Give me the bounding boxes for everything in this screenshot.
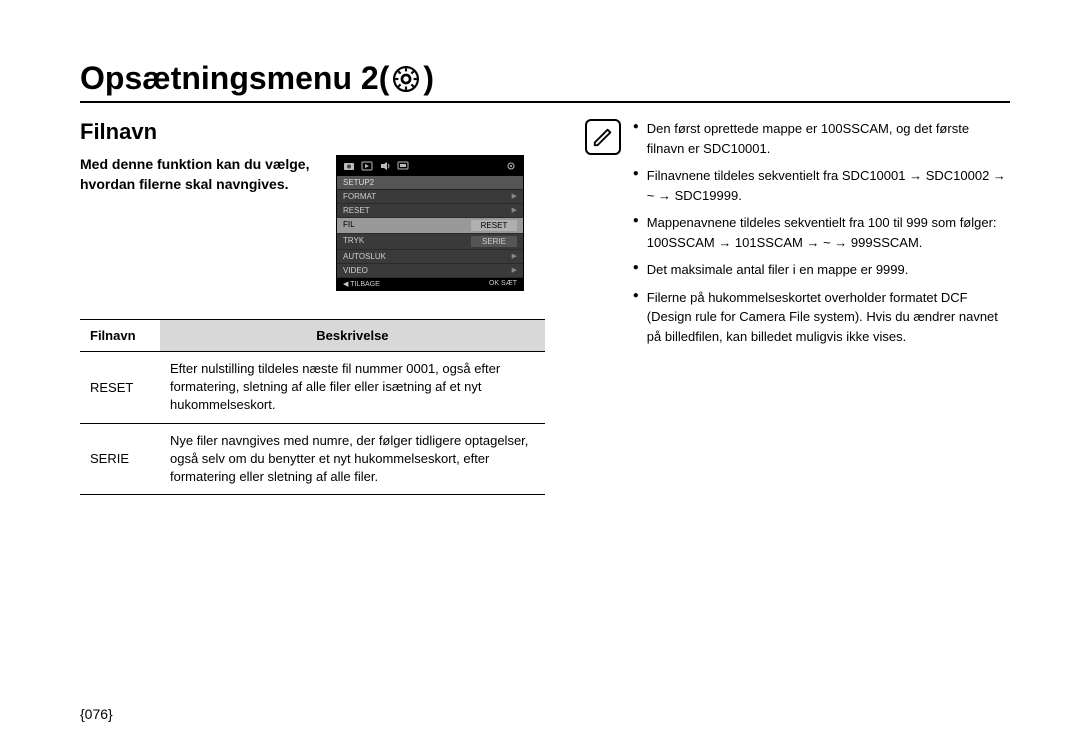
lcd-bottom: ◀ TILBAGE OK SÆT xyxy=(337,278,523,290)
intro-text: Med denne funktion kan du vælge, hvordan… xyxy=(80,155,320,194)
row-desc: Efter nulstilling tildeles næste fil num… xyxy=(160,352,545,424)
lcd-item-video: VIDEO▶ xyxy=(337,264,523,278)
lcd-item-format: FORMAT▶ xyxy=(337,190,523,204)
lcd-item-tryk: TRYK SERIE xyxy=(337,234,523,250)
page-title-prefix: Opsætningsmenu 2( xyxy=(80,60,389,97)
gear-icon xyxy=(393,66,419,92)
camera-icon xyxy=(343,161,355,171)
lcd-top-icons xyxy=(337,156,523,176)
display-icon xyxy=(397,161,409,171)
lcd-item-reset: RESET▶ xyxy=(337,204,523,218)
note-item: Filnavnene tildeles sekventielt fra SDC1… xyxy=(633,166,1010,205)
page-title: Opsætningsmenu 2( ) xyxy=(80,60,1010,103)
gear-small-icon xyxy=(505,160,517,172)
lcd-tab: SETUP2 xyxy=(337,176,523,190)
table-row: SERIE Nye filer navngives med numre, der… xyxy=(80,423,545,495)
table-head-col1: Filnavn xyxy=(80,320,160,352)
row-label: SERIE xyxy=(80,423,160,495)
note-item: Mappenavnene tildeles sekventielt fra 10… xyxy=(633,213,1010,252)
row-desc: Nye filer navngives med numre, der følge… xyxy=(160,423,545,495)
pencil-icon xyxy=(585,119,621,155)
note-item: Det maksimale antal filer i en mappe er … xyxy=(633,260,1010,280)
note-item: Den først oprettede mappe er 100SSCAM, o… xyxy=(633,119,1010,158)
lcd-item-autosluk: AUTOSLUK▶ xyxy=(337,250,523,264)
lcd-item-fil: FIL RESET xyxy=(337,218,523,234)
table-head-col2: Beskrivelse xyxy=(160,320,545,352)
section-title: Filnavn xyxy=(80,119,545,145)
note-list: Den først oprettede mappe er 100SSCAM, o… xyxy=(633,119,1010,354)
options-table: Filnavn Beskrivelse RESET Efter nulstill… xyxy=(80,319,545,495)
table-row: RESET Efter nulstilling tildeles næste f… xyxy=(80,352,545,424)
camera-lcd: SETUP2 FORMAT▶ RESET▶ FIL RESET TRYK SER… xyxy=(336,155,524,291)
lcd-sub-reset: RESET xyxy=(471,220,517,231)
page-number: {076} xyxy=(80,706,113,722)
lcd-sub-serie: SERIE xyxy=(471,236,517,247)
play-icon xyxy=(361,161,373,171)
page-title-suffix: ) xyxy=(423,60,434,97)
speaker-icon xyxy=(379,161,391,171)
note-item: Filerne på hukommelseskortet overholder … xyxy=(633,288,1010,347)
note-box: Den først oprettede mappe er 100SSCAM, o… xyxy=(585,119,1010,354)
row-label: RESET xyxy=(80,352,160,424)
